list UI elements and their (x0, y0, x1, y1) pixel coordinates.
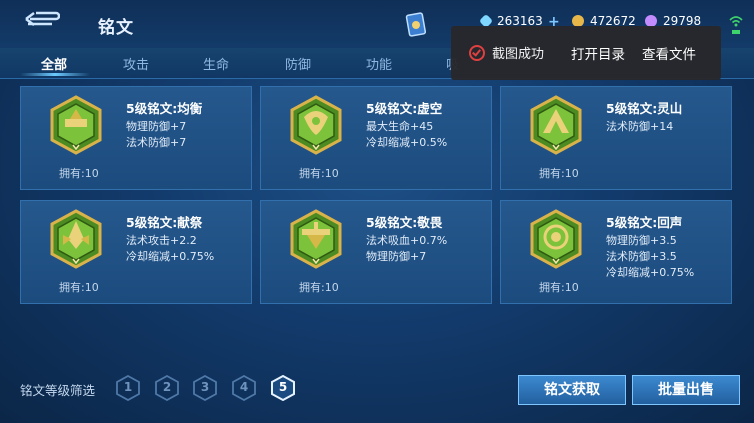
inscription-name: 5级铭文:灵山 (606, 101, 683, 116)
inscription-spirit-mountain-emblem-icon (530, 95, 582, 155)
inscription-attribute: 法术防御+14 (606, 120, 674, 133)
owned-count: 拥有:10 (299, 167, 339, 180)
inscription-card[interactable]: 5级铭文:回声 物理防御+3.5 法术防御+3.5 冷却缩减+0.75% 拥有:… (500, 200, 732, 304)
inscription-attribute: 法术防御+3.5 (606, 250, 677, 263)
inscription-card[interactable]: 5级铭文:均衡 物理防御+7 法术防御+7 拥有:10 (20, 86, 252, 190)
inscription-attribute: 物理防御+3.5 (606, 234, 677, 247)
inscription-page-icon[interactable] (405, 12, 427, 38)
inscription-name: 5级铭文:均衡 (126, 101, 203, 116)
inscription-attribute: 冷却缩减+0.5% (366, 136, 448, 149)
view-file-link[interactable]: 查看文件 (642, 43, 696, 63)
inscription-card[interactable]: 5级铭文:献祭 法术攻击+2.2 冷却缩减+0.75% 拥有:10 (20, 200, 252, 304)
level-label: 3 (200, 380, 210, 394)
back-arrow-icon[interactable] (22, 8, 60, 30)
inscription-balance-emblem-icon (50, 95, 102, 155)
owned-count: 拥有:10 (539, 167, 579, 180)
level-label: 4 (239, 380, 249, 394)
owned-count: 拥有:10 (59, 281, 99, 294)
level-filter-3[interactable]: 3 (193, 374, 217, 402)
bulk-sell-button[interactable]: 批量出售 (632, 375, 740, 405)
tab-attack[interactable]: 攻击 (123, 54, 149, 73)
tab-all[interactable]: 全部 (41, 54, 67, 73)
tab-utility[interactable]: 功能 (366, 54, 392, 73)
inscription-attribute: 物理防御+7 (126, 120, 187, 133)
inscription-name: 5级铭文:虚空 (366, 101, 443, 116)
inscription-attributes: 物理防御+7 法术防御+7 (126, 119, 186, 151)
inscription-attribute: 法术攻击+2.2 (126, 234, 197, 247)
obtain-inscription-button[interactable]: 铭文获取 (518, 375, 626, 405)
inscription-card[interactable]: 5级铭文:虚空 最大生命+45 冷却缩减+0.5% 拥有:10 (260, 86, 492, 190)
inscription-void-emblem-icon (290, 95, 342, 155)
inscription-attributes: 法术攻击+2.2 冷却缩减+0.75% (126, 233, 214, 265)
inscription-card[interactable]: 5级铭文:敬畏 法术吸血+0.7% 物理防御+7 拥有:10 (260, 200, 492, 304)
inscription-attributes: 法术吸血+0.7% 物理防御+7 (366, 233, 447, 265)
level-label: 2 (162, 380, 172, 394)
inscription-card[interactable]: 5级铭文:灵山 法术防御+14 拥有:10 (500, 86, 732, 190)
level-label: 1 (123, 380, 133, 394)
level-filter-4[interactable]: 4 (232, 374, 256, 402)
inscription-attributes: 最大生命+45 冷却缩减+0.5% (366, 119, 447, 151)
level-label: 5 (278, 380, 288, 394)
inscription-attributes: 物理防御+3.5 法术防御+3.5 冷却缩减+0.75% (606, 233, 694, 281)
level-filter-label: 铭文等级筛选 (20, 383, 96, 398)
level-filter-1[interactable]: 1 (116, 374, 140, 402)
inscription-attribute: 法术防御+7 (126, 136, 187, 149)
inscription-sacrifice-emblem-icon (50, 209, 102, 269)
inscription-name: 5级铭文:敬畏 (366, 215, 443, 230)
wifi-icon (729, 16, 743, 34)
inscription-attribute: 最大生命+45 (366, 120, 434, 133)
level-filter-5-selected[interactable]: 5 (271, 374, 295, 402)
level-filter-2[interactable]: 2 (155, 374, 179, 402)
inscription-attribute: 物理防御+7 (366, 250, 427, 263)
owned-count: 拥有:10 (299, 281, 339, 294)
tab-defense[interactable]: 防御 (285, 54, 311, 73)
inscription-attribute: 法术吸血+0.7% (366, 234, 448, 247)
page-title: 铭文 (98, 18, 134, 38)
check-circle-icon (469, 45, 485, 61)
inscription-name: 5级铭文:献祭 (126, 215, 203, 230)
screenshot-toast: 截图成功 打开目录 查看文件 (451, 26, 721, 80)
active-tab-indicator (20, 73, 90, 76)
open-directory-link[interactable]: 打开目录 (571, 43, 625, 63)
inscription-awe-emblem-icon (290, 209, 342, 269)
inscription-attributes: 法术防御+14 (606, 119, 673, 135)
owned-count: 拥有:10 (539, 281, 579, 294)
inscription-name: 5级铭文:回声 (606, 215, 683, 230)
inscription-attribute: 冷却缩减+0.75% (126, 250, 215, 263)
tab-health[interactable]: 生命 (203, 54, 229, 73)
inscription-attribute: 冷却缩减+0.75% (606, 266, 695, 279)
toast-message: 截图成功 (492, 47, 545, 62)
inscription-echo-emblem-icon (530, 209, 582, 269)
owned-count: 拥有:10 (59, 167, 99, 180)
